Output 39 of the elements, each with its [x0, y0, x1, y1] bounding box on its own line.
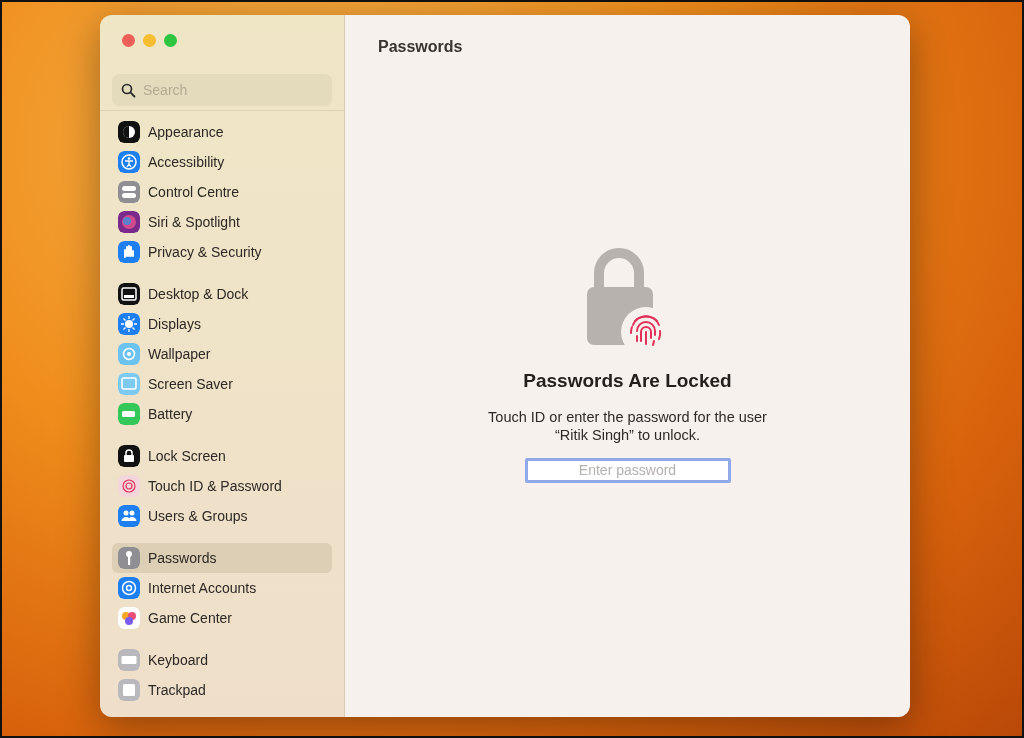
- password-field[interactable]: Enter password: [524, 457, 731, 483]
- sidebar-item[interactable]: Siri & Spotlight: [112, 207, 332, 237]
- locked-heading: Passwords Are Locked: [523, 369, 732, 393]
- sidebar-item[interactable]: Users & Groups: [112, 501, 332, 531]
- sidebar-item[interactable]: Internet Accounts: [112, 573, 332, 603]
- screen-icon: [118, 373, 140, 395]
- window-icon: [118, 283, 140, 305]
- sidebar-item[interactable]: Battery: [112, 399, 332, 429]
- sidebar-item[interactable]: Keyboard: [112, 645, 332, 675]
- lock-icon: [118, 445, 140, 467]
- zoom-button[interactable]: [164, 34, 177, 47]
- sidebar-item[interactable]: Desktop & Dock: [112, 279, 332, 309]
- sidebar-item[interactable]: Displays: [112, 309, 332, 339]
- keyboard-icon: [118, 649, 140, 671]
- window-title: Passwords: [377, 37, 464, 57]
- close-button[interactable]: [122, 34, 135, 47]
- trackpad-icon: [118, 679, 140, 701]
- sidebar-item[interactable]: Screen Saver: [112, 369, 332, 399]
- sidebar-item[interactable]: Trackpad: [112, 675, 332, 705]
- sidebar-item[interactable]: Passwords: [112, 543, 332, 573]
- unlock-message: Touch ID or enter the password for the user “Ritik Singh” to unlock.: [487, 407, 768, 444]
- orb-icon: [118, 211, 140, 233]
- sidebar-item[interactable]: Touch ID & Password: [112, 471, 332, 501]
- key-icon: [118, 547, 140, 569]
- toggles-icon: [118, 181, 140, 203]
- sidebar-item[interactable]: Game Center: [112, 603, 332, 633]
- sidebar-item[interactable]: Appearance: [112, 117, 332, 147]
- sidebar-item[interactable]: Lock Screen: [112, 441, 332, 471]
- minimize-button[interactable]: [143, 34, 156, 47]
- sidebar-item[interactable]: Privacy & Security: [112, 237, 332, 267]
- sun-icon: [118, 313, 140, 335]
- people-icon: [118, 505, 140, 527]
- battery-icon: [118, 403, 140, 425]
- sidebar-item[interactable]: Accessibility: [112, 147, 332, 177]
- sidebar-item[interactable]: Wallpaper: [112, 339, 332, 369]
- bubbles-icon: [118, 607, 140, 629]
- sidebar-item[interactable]: Control Centre: [112, 177, 332, 207]
- hand-icon: [118, 241, 140, 263]
- person-icon: [118, 151, 140, 173]
